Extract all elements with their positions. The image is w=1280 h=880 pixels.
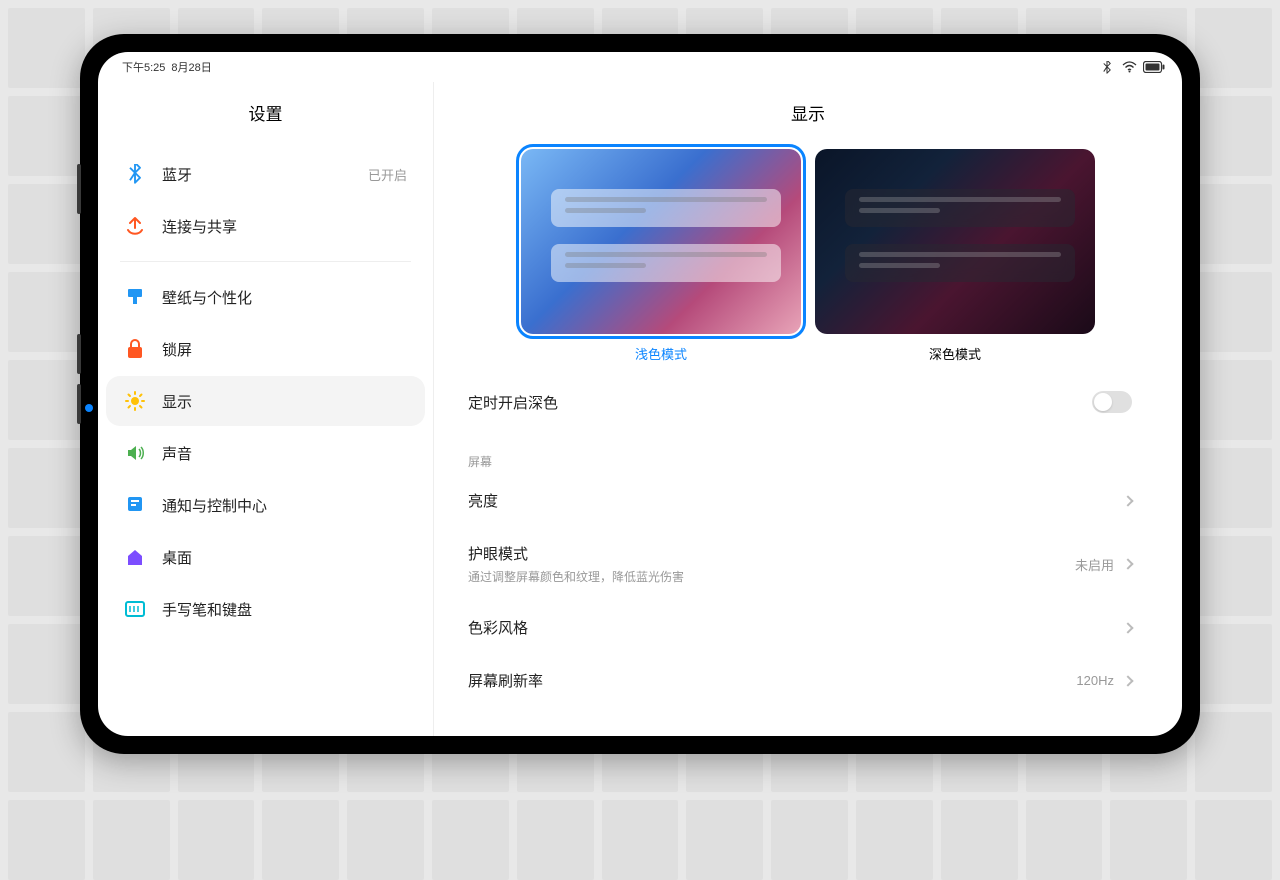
chevron-right-icon (1122, 675, 1133, 686)
notification-icon (124, 494, 146, 516)
color-style-row[interactable]: 色彩风格 (468, 601, 1132, 654)
sidebar-item-desktop[interactable]: 桌面 (106, 532, 425, 582)
screen-section-header: 屏幕 (468, 429, 1132, 474)
eye-protection-row[interactable]: 护眼模式 通过调整屏幕颜色和纹理，降低蓝光伤害 未启用 (468, 527, 1132, 601)
lock-icon (124, 338, 146, 360)
schedule-dark-toggle[interactable] (1092, 391, 1132, 413)
brightness-row[interactable]: 亮度 (468, 474, 1132, 527)
sidebar-item-wallpaper[interactable]: 壁纸与个性化 (106, 272, 425, 322)
sidebar-item-label: 手写笔和键盘 (162, 599, 407, 620)
main-panel: 显示 浅色模式 深色模式 (434, 82, 1182, 736)
statusbar: 下午5:25 8月28日 (98, 52, 1182, 82)
theme-preview-dark (815, 149, 1095, 334)
sidebar: 设置 蓝牙 已开启 连接与共享 (98, 82, 434, 736)
sidebar-item-lockscreen[interactable]: 锁屏 (106, 324, 425, 374)
sidebar-item-display[interactable]: 显示 (106, 376, 425, 426)
theme-dark-card[interactable]: 深色模式 (815, 149, 1095, 363)
battery-icon (1143, 61, 1158, 73)
eye-protection-sub: 通过调整屏幕颜色和纹理，降低蓝光伤害 (468, 568, 1065, 585)
refresh-rate-value: 120Hz (1076, 673, 1114, 688)
keyboard-icon (124, 598, 146, 620)
status-time: 下午5:25 (122, 59, 165, 75)
sidebar-item-label: 桌面 (162, 547, 407, 568)
sidebar-item-sound[interactable]: 声音 (106, 428, 425, 478)
refresh-rate-label: 屏幕刷新率 (468, 670, 1066, 691)
sidebar-item-connection[interactable]: 连接与共享 (106, 201, 425, 251)
eye-protection-status: 未启用 (1075, 555, 1114, 574)
chevron-right-icon (1122, 558, 1133, 569)
theme-preview-light (521, 149, 801, 334)
bluetooth-icon (124, 163, 146, 185)
eye-protection-label: 护眼模式 (468, 543, 1065, 564)
sidebar-title: 设置 (98, 82, 433, 147)
sidebar-item-label: 通知与控制中心 (162, 495, 407, 516)
chevron-right-icon (1122, 495, 1133, 506)
wifi-icon (1122, 61, 1137, 73)
color-style-label: 色彩风格 (468, 617, 1114, 638)
home-icon (124, 546, 146, 568)
page-title: 显示 (434, 82, 1182, 149)
tablet-frame: 下午5:25 8月28日 设置 (80, 34, 1200, 754)
theme-dark-label: 深色模式 (929, 344, 981, 363)
sidebar-item-label: 锁屏 (162, 339, 407, 360)
theme-light-label: 浅色模式 (635, 344, 687, 363)
sidebar-item-status: 已开启 (368, 165, 407, 184)
sidebar-item-label: 声音 (162, 443, 407, 464)
speaker-icon (124, 442, 146, 464)
brush-icon (124, 286, 146, 308)
sun-icon (124, 390, 146, 412)
bluetooth-icon (1101, 61, 1116, 73)
chevron-right-icon (1122, 622, 1133, 633)
theme-light-card[interactable]: 浅色模式 (521, 149, 801, 363)
schedule-dark-row: 定时开启深色 (468, 375, 1132, 429)
sidebar-item-stylus[interactable]: 手写笔和键盘 (106, 584, 425, 634)
share-icon (124, 215, 146, 237)
screen: 下午5:25 8月28日 设置 (98, 52, 1182, 736)
sidebar-item-label: 连接与共享 (162, 216, 407, 237)
brightness-label: 亮度 (468, 490, 1114, 511)
status-date: 8月28日 (171, 59, 211, 75)
sidebar-item-bluetooth[interactable]: 蓝牙 已开启 (106, 149, 425, 199)
schedule-dark-label: 定时开启深色 (468, 392, 1082, 413)
sidebar-item-label: 壁纸与个性化 (162, 287, 407, 308)
sidebar-item-label: 显示 (162, 391, 407, 412)
sidebar-item-label: 蓝牙 (162, 164, 352, 185)
refresh-rate-row[interactable]: 屏幕刷新率 120Hz (468, 654, 1132, 707)
sidebar-item-notifications[interactable]: 通知与控制中心 (106, 480, 425, 530)
